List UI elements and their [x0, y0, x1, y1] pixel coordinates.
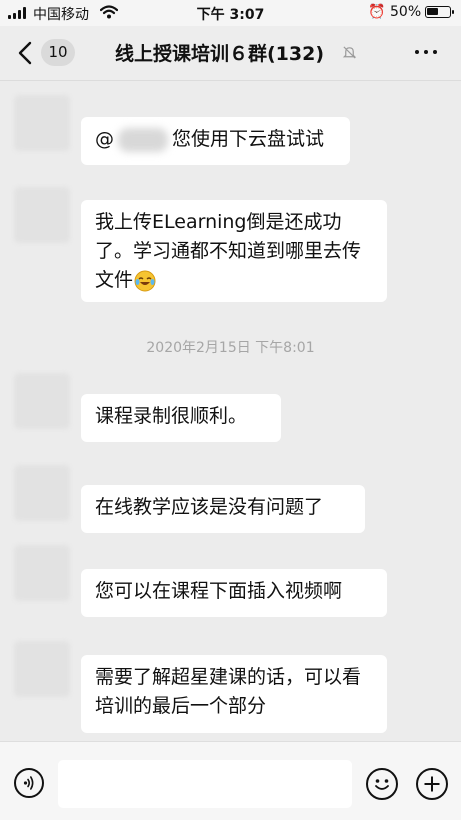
- message-bubble[interactable]: 需要了解超星建课的话，可以看培训的最后一个部分: [81, 655, 387, 733]
- chat-header: 10 线上授课培训６群(132): [0, 26, 461, 81]
- message-bubble[interactable]: 在线教学应该是没有问题了: [81, 485, 365, 533]
- avatar[interactable]: [14, 545, 70, 601]
- status-bar: 中国移动 下午 3:07 ⏰ 50%: [0, 0, 461, 26]
- message-bubble[interactable]: 您可以在课程下面插入视频啊: [81, 569, 387, 617]
- message-bubble[interactable]: 课程录制很顺利。: [81, 394, 281, 442]
- message-text: 课程录制很顺利。: [95, 405, 248, 427]
- emoji-button[interactable]: [366, 768, 398, 800]
- avatar[interactable]: [14, 95, 70, 151]
- avatar[interactable]: [14, 465, 70, 521]
- back-icon[interactable]: [14, 40, 40, 66]
- emoji-icon: [375, 779, 389, 790]
- timestamp: 2020年2月15日 下午8:01: [146, 340, 315, 356]
- laugh-cry-emoji-icon: [134, 270, 156, 291]
- mention-symbol: @: [95, 128, 114, 150]
- plus-button[interactable]: [416, 768, 448, 800]
- avatar[interactable]: [14, 641, 70, 697]
- chat-title: 线上授课培训６群(132): [115, 43, 325, 65]
- message-input[interactable]: [58, 760, 352, 808]
- message-text: 您使用下云盘试试: [172, 128, 325, 150]
- voice-icon: [23, 776, 34, 790]
- battery-fill: [427, 8, 438, 15]
- battery-percent: 50%: [390, 4, 422, 20]
- avatar[interactable]: [14, 187, 70, 243]
- message-text: 需要了解超星建课的话，可以看培训的最后一个部分: [95, 666, 362, 717]
- message-bubble[interactable]: 我上传ELearning倒是还成功了。学习通都不知道到哪里去传文件: [81, 200, 387, 302]
- message-bubble[interactable]: @ 您使用下云盘试试: [81, 117, 350, 165]
- input-bar: [0, 741, 461, 820]
- more-icon[interactable]: [412, 42, 440, 62]
- alarm-icon: ⏰: [368, 4, 386, 20]
- plus-icon: [424, 776, 440, 792]
- mute-icon: [342, 46, 357, 59]
- unread-count-badge[interactable]: 10: [41, 39, 75, 66]
- message-list[interactable]: @ 您使用下云盘试试 我上传ELearning倒是还成功了。学习通都不知道到哪里去…: [0, 81, 461, 741]
- battery-icon: [425, 6, 454, 18]
- message-text: 在线教学应该是没有问题了: [95, 496, 324, 518]
- voice-button[interactable]: [14, 768, 44, 798]
- avatar[interactable]: [14, 373, 70, 429]
- mention-name-redacted: [118, 127, 168, 152]
- message-text: 您可以在课程下面插入视频啊: [95, 580, 343, 602]
